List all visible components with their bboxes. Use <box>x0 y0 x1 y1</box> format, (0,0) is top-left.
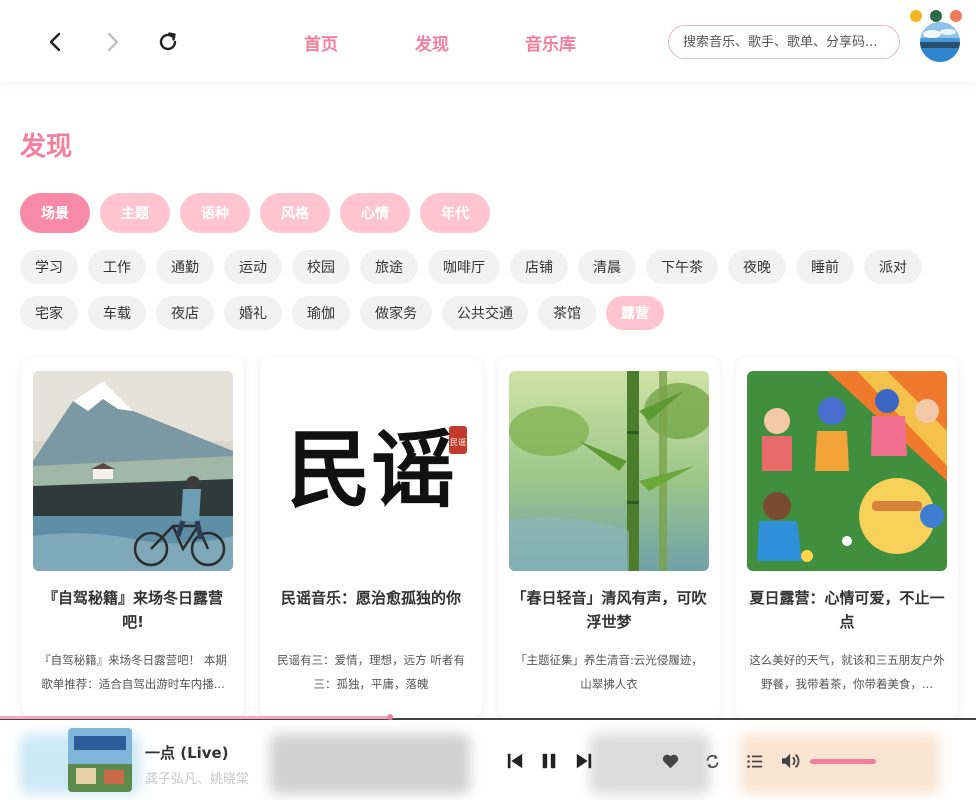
tag-chip[interactable]: 派对 <box>864 250 922 284</box>
playlist-title: 『自驾秘籍』来场冬日露营吧! <box>42 589 223 631</box>
tag-chip[interactable]: 运动 <box>224 250 282 284</box>
mountain-cyclist-image <box>33 371 233 571</box>
close-dot[interactable] <box>950 10 962 22</box>
next-button[interactable] <box>573 750 595 772</box>
tag-chip[interactable]: 旅途 <box>360 250 418 284</box>
calligraphy-text: 民谣 <box>287 420 455 519</box>
minimize-dot[interactable] <box>910 10 922 22</box>
tag-chip[interactable]: 夜店 <box>156 296 214 330</box>
page-title: 发现 <box>20 132 73 162</box>
previous-button[interactable] <box>504 750 526 772</box>
tag-chip[interactable]: 睡前 <box>796 250 854 284</box>
tab-library[interactable]: 音乐库 <box>525 30 576 55</box>
volume-icon <box>782 753 800 769</box>
now-playing-artist[interactable]: 龚子弘凡、姚晓棠 <box>145 768 249 787</box>
now-playing-cover[interactable] <box>68 728 132 792</box>
skip-next-icon <box>576 753 592 769</box>
category-chip[interactable]: 场景 <box>20 193 90 233</box>
tag-chip[interactable]: 店铺 <box>510 250 568 284</box>
avatar-image <box>920 22 960 62</box>
tag-chip[interactable]: 工作 <box>88 250 146 284</box>
bamboo-image <box>509 371 709 571</box>
tag-chip[interactable]: 校园 <box>292 250 350 284</box>
calligraphy-image: 民谣 民谣 <box>271 371 471 571</box>
repeat-button[interactable] <box>702 751 722 771</box>
player-background-blur <box>270 734 470 794</box>
tag-chip[interactable]: 公共交通 <box>442 296 528 330</box>
tag-chip[interactable]: 婚礼 <box>224 296 282 330</box>
pause-icon <box>542 753 556 769</box>
pause-button[interactable] <box>538 750 560 772</box>
playlist-desc: 「主题征集」养生清音:云光侵履迹，山翠拂人衣 <box>515 653 703 691</box>
heart-icon <box>662 754 678 768</box>
repeat-icon <box>706 754 718 768</box>
maximize-dot[interactable] <box>930 10 942 22</box>
category-chip[interactable]: 主题 <box>100 193 170 233</box>
playlist-cover <box>509 371 709 571</box>
player-background-blur <box>590 734 710 794</box>
seal-text: 民谣 <box>450 437 466 447</box>
like-button[interactable] <box>660 751 680 771</box>
tag-chip[interactable]: 咖啡厅 <box>428 250 500 284</box>
tag-chip[interactable]: 做家务 <box>360 296 432 330</box>
playlist-desc: 民谣有三：爱情，理想，远方 听者有三：孤独，平庸，落魄 <box>277 653 465 691</box>
playlist-title: 「春日轻音」清风有声，可吹浮世梦 <box>511 589 707 631</box>
category-chip[interactable]: 风格 <box>260 193 330 233</box>
player-background-blur <box>740 734 940 794</box>
playlist-cover <box>33 371 233 571</box>
tag-chip[interactable]: 清晨 <box>578 250 636 284</box>
playlist-desc: 这么美好的天气，就该和三五朋友户外野餐，我带着茶，你带着美食，... <box>749 653 945 691</box>
volume-button[interactable] <box>779 750 803 772</box>
search-input[interactable] <box>668 25 900 59</box>
skip-previous-icon <box>507 753 523 769</box>
album-art <box>68 728 132 792</box>
tag-chip[interactable]: 瑜伽 <box>292 296 350 330</box>
tag-chip[interactable]: 宅家 <box>20 296 78 330</box>
tag-chip[interactable]: 车载 <box>88 296 146 330</box>
playlist-cover <box>747 371 947 571</box>
now-playing-title[interactable]: 一点 (Live) <box>145 742 229 763</box>
player-bar: 一点 (Live) 龚子弘凡、姚晓棠 <box>0 718 976 800</box>
playlist-card[interactable]: 夏日露营：心情可爱，不止一点 这么美好的天气，就该和三五朋友户外野餐，我带着茶，… <box>736 358 958 718</box>
playlist-title: 民谣音乐：愿治愈孤独的你 <box>280 589 461 607</box>
tag-chip[interactable]: 下午茶 <box>646 250 718 284</box>
playlist-card[interactable]: 民谣 民谣 民谣音乐：愿治愈孤独的你 民谣有三：爱情，理想，远方 听者有三：孤独… <box>260 358 482 718</box>
playlist-button[interactable] <box>744 751 764 771</box>
tag-chip[interactable]: 茶馆 <box>538 296 596 330</box>
tag-chip[interactable]: 夜晚 <box>728 250 786 284</box>
playlist-card[interactable]: 『自驾秘籍』来场冬日露营吧! 『自驾秘籍』来场冬日露营吧！ 本期歌单推荐：适合自… <box>22 358 244 718</box>
tab-discover[interactable]: 发现 <box>415 30 449 55</box>
top-bar: 首页 发现 音乐库 <box>0 0 976 82</box>
playlist-desc: 『自驾秘籍』来场冬日露营吧！ 本期歌单推荐：适合自驾出游时车内播... <box>39 653 227 691</box>
category-chip[interactable]: 心情 <box>340 193 410 233</box>
tag-chip-active[interactable]: 露营 <box>606 296 664 330</box>
playlist-card[interactable]: 「春日轻音」清风有声，可吹浮世梦 「主题征集」养生清音:云光侵履迹，山翠拂人衣 <box>498 358 720 718</box>
playback-progress[interactable] <box>0 716 391 719</box>
tab-home[interactable]: 首页 <box>304 30 338 55</box>
avatar[interactable] <box>920 22 960 62</box>
picnic-illustration-image <box>747 371 947 571</box>
playlist-title: 夏日露营：心情可爱，不止一点 <box>749 589 945 631</box>
playlist-cover: 民谣 民谣 <box>271 371 471 571</box>
tag-chip[interactable]: 通勤 <box>156 250 214 284</box>
category-chip[interactable]: 语种 <box>180 193 250 233</box>
category-chip[interactable]: 年代 <box>420 193 490 233</box>
tag-chip[interactable]: 学习 <box>20 250 78 284</box>
list-icon <box>746 754 762 768</box>
volume-slider[interactable] <box>810 759 876 764</box>
